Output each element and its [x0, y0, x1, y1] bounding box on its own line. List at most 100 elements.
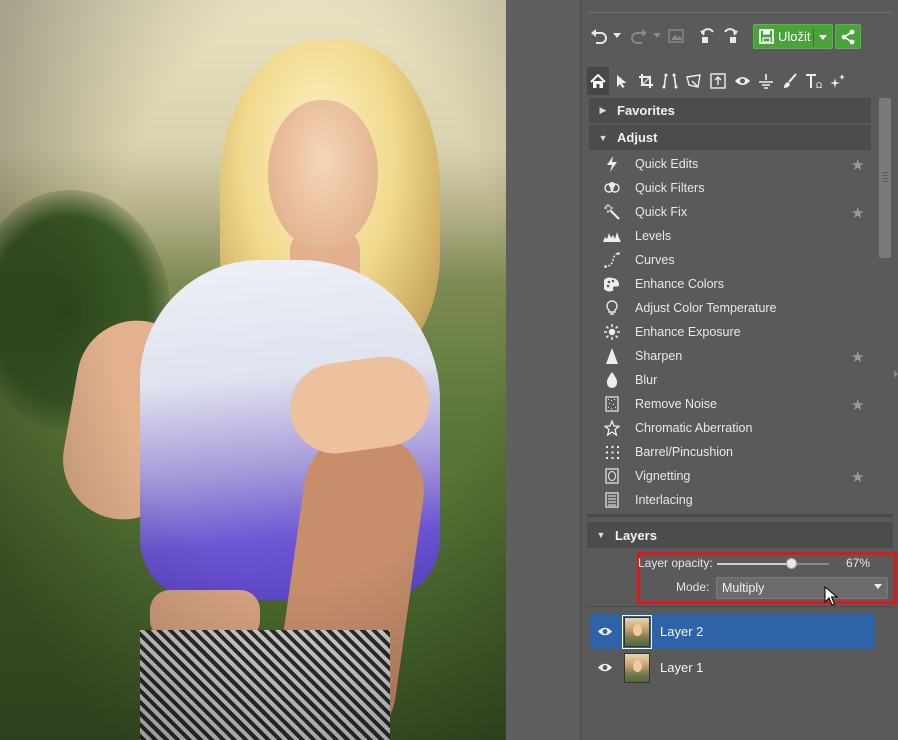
panel-collapse-arrow-icon[interactable]	[894, 370, 898, 378]
layer-row-layer-1[interactable]: Layer 1	[590, 650, 875, 685]
home-icon	[590, 73, 606, 88]
tab-straighten[interactable]	[659, 67, 681, 95]
adjust-item-color-temperature[interactable]: Adjust Color Temperature	[589, 296, 871, 320]
chevron-down-icon[interactable]	[819, 35, 827, 40]
adjust-item-quick-fix[interactable]: Quick Fix ★	[589, 200, 871, 224]
adjust-item-blur[interactable]: Blur	[589, 368, 871, 392]
blend-mode-value: Multiply	[722, 581, 765, 595]
layer-name: Layer 2	[660, 624, 704, 639]
brush-icon	[784, 73, 797, 88]
adjust-item-chromatic-aberration[interactable]: Chromatic Aberration	[589, 416, 871, 440]
adjust-item-enhance-colors[interactable]: Enhance Colors	[589, 272, 871, 296]
transform-icon	[686, 73, 701, 88]
adjust-item-barrel-pincushion[interactable]: Barrel/Pincushion	[589, 440, 871, 464]
tab-brush[interactable]	[779, 67, 801, 95]
favorite-star-icon[interactable]: ★	[851, 396, 864, 414]
favorites-section-header[interactable]: ▶ Favorites	[589, 98, 871, 123]
favorite-star-icon[interactable]: ★	[851, 204, 864, 222]
adjust-item-sharpen[interactable]: Sharpen ★	[589, 344, 871, 368]
item-label: Quick Filters	[635, 181, 705, 195]
layer-opacity-slider[interactable]	[717, 558, 829, 569]
bulb-icon	[589, 300, 635, 316]
adjust-item-curves[interactable]: Curves	[589, 248, 871, 272]
adjust-label: Adjust	[617, 130, 658, 145]
slider-handle[interactable]	[786, 558, 798, 569]
layer-name: Layer 1	[660, 660, 704, 675]
save-button[interactable]: Uložit	[753, 24, 833, 49]
triangle-right-icon: ▶	[599, 105, 607, 115]
adjust-item-levels[interactable]: Levels	[589, 224, 871, 248]
divider	[587, 12, 893, 13]
chevron-down-icon	[613, 33, 621, 38]
mouse-cursor-icon	[824, 586, 838, 606]
item-label: Enhance Exposure	[635, 325, 741, 339]
adjust-item-interlacing[interactable]: Interlacing	[589, 488, 871, 512]
mode-label: Mode:	[676, 580, 710, 594]
visibility-toggle[interactable]	[590, 662, 620, 673]
layer-row-layer-2[interactable]: Layer 2	[590, 614, 875, 649]
triangle-down-icon: ▼	[596, 530, 606, 540]
divider	[813, 28, 814, 46]
layers-section-header[interactable]: ▼ Layers	[587, 522, 893, 548]
share-button[interactable]	[835, 24, 861, 49]
text-omega-icon: Ω	[806, 74, 822, 89]
image-icon	[668, 29, 684, 43]
eye-icon	[734, 77, 750, 85]
layer-opacity-label: Layer opacity:	[638, 556, 713, 570]
adjust-item-quick-edits[interactable]: Quick Edits ★	[589, 152, 871, 176]
rotate-left-icon	[700, 28, 714, 43]
sharpen-icon	[589, 348, 635, 364]
chevron-down-icon	[653, 33, 661, 38]
tab-select[interactable]	[611, 67, 633, 95]
adjust-item-remove-noise[interactable]: Remove Noise ★	[589, 392, 871, 416]
grid-icon	[589, 445, 635, 460]
item-label: Sharpen	[635, 349, 683, 363]
save-label: Uložit	[778, 29, 811, 44]
svg-text:Ω: Ω	[816, 81, 822, 89]
undo-dropdown-button[interactable]	[611, 22, 623, 50]
frame-icon	[710, 73, 726, 89]
star-outline-icon	[589, 420, 635, 436]
tab-text[interactable]: Ω	[803, 67, 825, 95]
item-label: Enhance Colors	[635, 277, 724, 291]
palette-icon	[589, 277, 635, 292]
redo-button[interactable]	[627, 22, 651, 50]
item-label: Adjust Color Temperature	[635, 301, 777, 315]
rotate-right-button[interactable]	[719, 22, 741, 50]
tab-transform[interactable]	[683, 67, 705, 95]
item-label: Vignetting	[635, 469, 691, 483]
favorite-star-icon[interactable]: ★	[851, 468, 864, 486]
redo-icon	[631, 29, 647, 44]
edit-toolbar: Uložit	[587, 22, 887, 50]
tab-crop[interactable]	[635, 67, 657, 95]
blend-mode-select[interactable]: Multiply	[716, 577, 888, 599]
layer-opacity-value: 67%	[846, 556, 871, 570]
visibility-toggle[interactable]	[590, 626, 620, 637]
favorite-star-icon[interactable]: ★	[851, 348, 864, 366]
noise-icon	[589, 396, 635, 412]
rotate-left-button[interactable]	[697, 22, 719, 50]
item-label: Blur	[635, 373, 658, 387]
adjust-scrollbar[interactable]	[879, 98, 891, 258]
photo-canvas[interactable]	[0, 0, 506, 740]
divider	[586, 606, 892, 607]
tab-effects[interactable]	[827, 67, 849, 95]
cursor-arrow-icon	[617, 74, 627, 88]
floppy-disk-icon	[759, 29, 774, 44]
tab-level[interactable]	[755, 67, 777, 95]
sun-icon	[589, 324, 635, 340]
item-label: Levels	[635, 229, 672, 243]
tab-text-frame[interactable]	[707, 67, 729, 95]
undo-button[interactable]	[587, 22, 611, 50]
redo-dropdown-button[interactable]	[651, 22, 663, 50]
adjust-item-enhance-exposure[interactable]: Enhance Exposure	[589, 320, 871, 344]
favorite-star-icon[interactable]: ★	[851, 156, 864, 174]
tab-home[interactable]	[587, 67, 609, 95]
adjust-item-quick-filters[interactable]: Quick Filters	[589, 176, 871, 200]
compare-button[interactable]	[665, 22, 687, 50]
adjust-item-vignetting[interactable]: Vignetting ★	[589, 464, 871, 488]
divider	[587, 514, 893, 517]
tab-view[interactable]	[731, 67, 753, 95]
item-label: Chromatic Aberration	[635, 421, 753, 435]
adjust-section-header[interactable]: ▼ Adjust	[589, 125, 871, 150]
